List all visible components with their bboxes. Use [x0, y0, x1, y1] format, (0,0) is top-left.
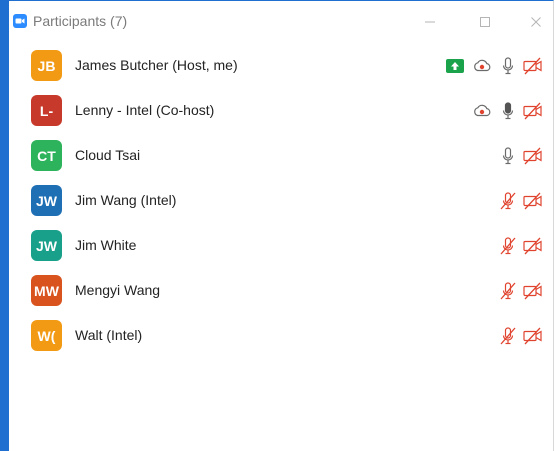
- microphone-icon[interactable]: [501, 55, 515, 77]
- microphone-active-icon[interactable]: [501, 100, 515, 122]
- video-off-icon[interactable]: [523, 145, 543, 167]
- maximize-button[interactable]: [470, 9, 500, 35]
- close-icon: [531, 17, 541, 27]
- participants-window: Participants (7) JB James Butcher (Host,…: [0, 0, 554, 451]
- zoom-app-icon: [13, 14, 27, 28]
- avatar: CT: [31, 140, 62, 171]
- participant-name: Lenny - Intel (Co-host): [75, 102, 215, 118]
- participant-name: Walt (Intel): [75, 327, 143, 343]
- share-screen-icon[interactable]: [446, 55, 464, 77]
- participant-row[interactable]: JW Jim Wang (Intel): [9, 178, 553, 223]
- avatar: L-: [31, 95, 62, 126]
- minimize-button[interactable]: [415, 9, 445, 35]
- video-off-icon[interactable]: [523, 100, 543, 122]
- avatar: JW: [31, 185, 62, 216]
- participant-name: Jim White: [75, 237, 137, 253]
- participant-name: Cloud Tsai: [75, 147, 141, 163]
- avatar: JB: [31, 50, 62, 81]
- avatar: JW: [31, 230, 62, 261]
- participant-row[interactable]: JB James Butcher (Host, me): [9, 43, 553, 88]
- microphone-muted-icon[interactable]: [499, 325, 517, 347]
- avatar: MW: [31, 275, 62, 306]
- participant-name: Jim Wang (Intel): [75, 192, 177, 208]
- microphone-muted-icon[interactable]: [499, 280, 517, 302]
- recording-icon: [473, 100, 491, 122]
- participant-name: James Butcher (Host, me): [75, 57, 238, 73]
- participant-name: Mengyi Wang: [75, 282, 161, 298]
- video-off-icon[interactable]: [523, 235, 543, 257]
- close-button[interactable]: [521, 9, 551, 35]
- video-off-icon[interactable]: [523, 55, 543, 77]
- participant-row[interactable]: L- Lenny - Intel (Co-host): [9, 88, 553, 133]
- recording-icon: [473, 55, 491, 77]
- minimize-icon: [425, 21, 435, 23]
- video-off-icon[interactable]: [523, 325, 543, 347]
- microphone-icon[interactable]: [501, 145, 515, 167]
- participant-row[interactable]: MW Mengyi Wang: [9, 268, 553, 313]
- maximize-icon: [480, 17, 490, 27]
- participant-row[interactable]: CT Cloud Tsai: [9, 133, 553, 178]
- window-title: Participants (7): [33, 13, 128, 29]
- participant-row[interactable]: JW Jim White: [9, 223, 553, 268]
- microphone-muted-icon[interactable]: [499, 190, 517, 212]
- participant-row[interactable]: W( Walt (Intel): [9, 313, 553, 358]
- microphone-muted-icon[interactable]: [499, 235, 517, 257]
- video-off-icon[interactable]: [523, 280, 543, 302]
- avatar: W(: [31, 320, 62, 351]
- title-bar[interactable]: Participants (7): [9, 1, 553, 41]
- video-off-icon[interactable]: [523, 190, 543, 212]
